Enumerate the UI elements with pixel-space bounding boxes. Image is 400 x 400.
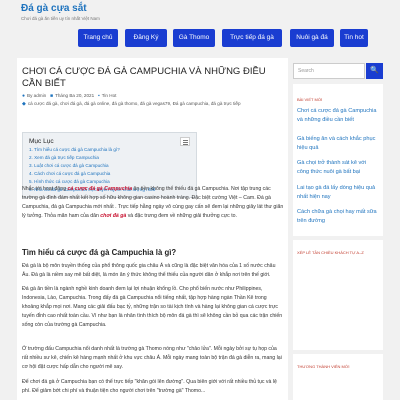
toc-item-2[interactable]: 2. Xem đá gà trực tiếp Campuchia (29, 155, 99, 160)
toc-item-5[interactable]: 5. Hình thức cá cược đá gà Campuchia (29, 179, 110, 184)
recent-posts-heading: BÀI VIẾT MỚI (297, 97, 323, 102)
new-members-widget: THƯƠNG THÀNH VIÊN MỚI (293, 354, 383, 400)
nav-item-live[interactable]: Trực tiếp đá gà (222, 29, 282, 47)
ranking-heading: XẾP LÊ TẦN CHIỀU KHÁCH TỰ A–Z (297, 250, 364, 255)
section-paragraph-2: Đá gà ăn tiền là ngành nghề kinh doanh đ… (22, 286, 283, 328)
section-heading: Tìm hiểu cá cược đá gà Campuchia là gì? (22, 248, 177, 257)
recent-post-4[interactable]: Lai tạo gà đá lấy dòng hiệu quả nhất hiệ… (297, 184, 379, 202)
post-tags[interactable]: cá cược đá gà, chơi đá gà, đá gà online,… (28, 101, 241, 106)
recent-posts-widget: BÀI VIẾT MỚI Chơi cá cược đá gà Campuchi… (293, 84, 383, 236)
sidebar: Search 🔍 BÀI VIẾT MỚI Chơi cá cược đá gà… (293, 58, 383, 400)
post-meta: ● By admin ■ Tháng Ba 20, 2021 ▪ Tin Hot (22, 93, 116, 99)
intro-link-1[interactable]: cá cược đá gà Campuchia (68, 186, 133, 192)
site-header: Đá gà cựa sắt Chơi đá gà ăn tiền uy tín … (0, 0, 400, 56)
search-button[interactable]: 🔍 (366, 63, 383, 79)
post-author[interactable]: By admin (27, 93, 46, 98)
folder-icon: ▪ (98, 93, 100, 99)
site-title[interactable]: Đá gà cựa sắt (21, 3, 87, 14)
new-members-heading: THƯƠNG THÀNH VIÊN MỚI (297, 364, 350, 369)
post-tags-row: ◆ cá cược đá gà, chơi đá gà, đá gà online… (22, 101, 241, 107)
nav-item-thomo[interactable]: Gà Thomo (173, 29, 215, 47)
nav-item-hot[interactable]: Tin hot (340, 29, 368, 47)
nav-item-raising[interactable]: Nuôi gà đá (290, 29, 334, 47)
calendar-icon: ■ (50, 93, 54, 99)
site-tagline: Chơi đá gà ăn tiền uy tín nhất Việt Nam (21, 16, 100, 21)
section-paragraph-1: Đá gà là bộ môn truyền thống của phổ thô… (22, 263, 276, 278)
intro-text-3: và đặc trưng đem về những giải thưởng cự… (126, 213, 237, 219)
recent-post-2[interactable]: Gà biếng ăn và cách khắc phục hiệu quả (297, 135, 379, 153)
toc-toggle-button[interactable] (180, 137, 190, 146)
toc-item-1[interactable]: 1. Tìm hiểu cá cược đá gà Campuchia là g… (29, 147, 120, 152)
section-paragraph-3: Ở trường đấu Campuchia nổi danh nhất là … (22, 346, 282, 370)
tag-icon: ◆ (22, 101, 26, 107)
nav-item-home[interactable]: Trang chủ (78, 29, 118, 47)
search-input[interactable]: Search (293, 63, 365, 79)
intro-paragraph: Nhắc tới hoạt động cá cược đá gà Campuch… (22, 185, 284, 221)
section-paragraph-4: Để chơi đá gà ở Campuchia bạn có thể trự… (22, 379, 277, 394)
toc-item-3[interactable]: 3. Luật chơi cá cược đá gà Campuchia (29, 163, 109, 168)
ranking-widget: XẾP LÊ TẦN CHIỀU KHÁCH TỰ A–Z (293, 240, 383, 350)
main-content: CHƠI CÁ CƯỢC ĐÁ GÀ CAMPUCHIA VÀ NHỮNG ĐI… (17, 58, 288, 400)
recent-post-3[interactable]: Gà chọi trở thành sát kê với công thức n… (297, 159, 379, 177)
intro-text-1: Nhắc tới hoạt động (22, 186, 68, 192)
recent-post-1[interactable]: Chơi cá cược đá gà Campuchia và những đi… (297, 107, 379, 125)
intro-link-2[interactable]: chơi đá gà (100, 213, 126, 219)
toc-item-4[interactable]: 4. Cách chơi cá cược đá gà Campuchia (29, 171, 110, 176)
toc-title: Mục Lục (29, 138, 54, 145)
post-title: CHƠI CÁ CƯỢC ĐÁ GÀ CAMPUCHIA VÀ NHỮNG ĐI… (22, 66, 266, 89)
post-date: Tháng Ba 20, 2021 (55, 93, 95, 98)
nav-item-register[interactable]: Đăng Ký (125, 29, 167, 47)
post-category[interactable]: Tin Hot (102, 93, 117, 98)
user-icon: ● (22, 93, 26, 99)
recent-post-5[interactable]: Cách chữa gà chọi hay mất sữa trên đường (297, 208, 379, 226)
